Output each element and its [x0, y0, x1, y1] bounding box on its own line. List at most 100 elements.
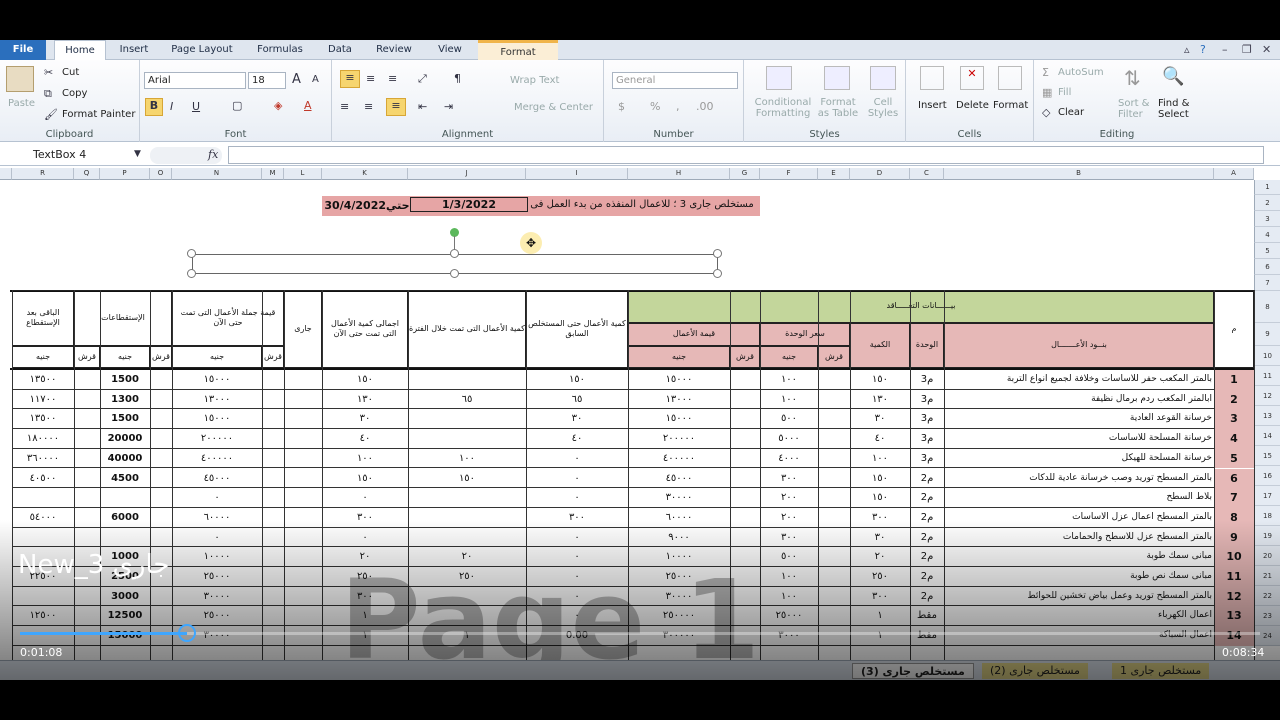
align-bottom-icon[interactable]: ≡ [388, 72, 397, 85]
format-as-table-button[interactable]: Format as Table [816, 97, 860, 119]
row-header[interactable]: 22 [1254, 586, 1280, 606]
bold-icon[interactable]: B [145, 98, 163, 116]
text-direction-icon[interactable]: ¶ [454, 72, 461, 85]
row-header[interactable]: 15 [1254, 446, 1280, 466]
column-header[interactable]: B [944, 168, 1214, 180]
autosum-icon[interactable]: Σ [1042, 66, 1049, 79]
row-header[interactable]: 6 [1254, 259, 1280, 275]
format-cells-button[interactable]: Format [993, 100, 1028, 111]
column-header[interactable]: K [322, 168, 408, 180]
column-header[interactable]: P [100, 168, 150, 180]
minimize-ribbon-icon[interactable]: ▵ [1184, 43, 1190, 56]
row-number[interactable]: 1 [1214, 370, 1254, 390]
row-header[interactable]: 9 [1254, 323, 1280, 346]
row-number[interactable]: 14 [1214, 626, 1254, 646]
cut-icon[interactable]: ✂ [44, 66, 53, 79]
row-header[interactable]: 10 [1254, 346, 1280, 366]
worksheet-grid[interactable]: R Q P O N M L K J I H G F E D C B A 1 2 3 4 5 6 7 8 9 10 11 12 13 14 15 1… [0, 168, 1280, 680]
row-header[interactable]: 18 [1254, 506, 1280, 526]
sort-filter-icon[interactable]: ⇅ [1124, 66, 1141, 90]
fill-button[interactable]: Fill [1058, 87, 1071, 98]
tab-home[interactable]: Home [54, 40, 106, 61]
row-header[interactable]: 4 [1254, 227, 1280, 243]
row-header[interactable]: 24 [1254, 626, 1280, 646]
underline-icon[interactable]: U [192, 100, 200, 113]
row-number[interactable]: 13 [1214, 606, 1254, 627]
close-icon[interactable]: ✕ [1262, 43, 1271, 56]
row-header[interactable]: 16 [1254, 466, 1280, 486]
clear-button[interactable]: Clear [1058, 107, 1084, 118]
copy-icon[interactable]: ⧉ [44, 87, 52, 101]
font-color-icon[interactable]: A [304, 99, 312, 112]
resize-handle[interactable] [450, 269, 459, 278]
column-header[interactable]: I [526, 168, 628, 180]
row-number[interactable]: 8 [1214, 507, 1254, 528]
row-header[interactable]: 17 [1254, 486, 1280, 506]
column-header[interactable]: R [12, 168, 74, 180]
row-header[interactable]: 3 [1254, 211, 1280, 227]
row-header[interactable]: 13 [1254, 406, 1280, 426]
column-header[interactable]: M [262, 168, 284, 180]
wrap-text-button[interactable]: Wrap Text [510, 75, 559, 86]
column-header[interactable]: C [910, 168, 944, 180]
insert-cells-button[interactable]: Insert [918, 100, 947, 111]
row-number[interactable]: 7 [1214, 488, 1254, 508]
fill-icon[interactable]: ▦ [1042, 86, 1052, 99]
formula-input[interactable] [228, 146, 1264, 164]
find-select-button[interactable]: Find & Select [1158, 98, 1198, 120]
row-number[interactable]: 5 [1214, 448, 1254, 469]
row-number[interactable]: 2 [1214, 389, 1254, 410]
row-number[interactable]: 3 [1214, 409, 1254, 430]
row-header[interactable]: 1 [1254, 180, 1280, 195]
autosum-button[interactable]: AutoSum [1058, 67, 1104, 78]
tab-formulas[interactable]: Formulas [248, 40, 312, 60]
row-header[interactable]: 14 [1254, 426, 1280, 446]
align-left-icon[interactable]: ≡ [340, 100, 349, 113]
row-number[interactable]: 10 [1214, 547, 1254, 567]
decimal-icon[interactable]: .00 [696, 100, 714, 113]
copy-button[interactable]: Copy [62, 88, 87, 99]
column-header[interactable]: L [284, 168, 322, 180]
tab-data[interactable]: Data [318, 40, 362, 60]
shrink-font-icon[interactable]: A [312, 74, 319, 85]
paste-icon[interactable] [6, 66, 34, 92]
row-number[interactable]: 11 [1214, 567, 1254, 587]
row-number[interactable]: 12 [1214, 586, 1254, 607]
format-table-icon[interactable] [824, 66, 850, 90]
row-number[interactable]: 6 [1214, 468, 1254, 489]
column-header[interactable]: E [818, 168, 850, 180]
format-painter-button[interactable]: Format Painter [62, 109, 135, 120]
help-icon[interactable]: ? [1200, 43, 1206, 56]
resize-handle[interactable] [713, 249, 722, 258]
percent-icon[interactable]: % [650, 100, 660, 113]
paste-button[interactable]: Paste [8, 98, 35, 109]
align-middle-icon[interactable]: ≡ [366, 72, 375, 85]
column-header[interactable]: H [628, 168, 730, 180]
sheet-tab-2[interactable]: مستخلص جارى (2) [982, 663, 1088, 679]
insert-function-icon[interactable]: fx [208, 148, 218, 161]
row-header[interactable]: 7 [1254, 275, 1280, 291]
resize-handle[interactable] [187, 269, 196, 278]
delete-cells-icon[interactable]: ✕ [960, 66, 984, 90]
tab-insert[interactable]: Insert [110, 40, 158, 60]
resize-handle[interactable] [713, 269, 722, 278]
conditional-formatting-button[interactable]: Conditional Formatting [750, 97, 816, 119]
merge-center-button[interactable]: Merge & Center [514, 102, 593, 113]
select-all-corner[interactable] [0, 168, 12, 180]
name-box[interactable]: TextBox 4 [30, 147, 146, 164]
column-header[interactable]: Q [74, 168, 100, 180]
row-number[interactable]: 9 [1214, 527, 1254, 548]
column-header[interactable]: G [730, 168, 760, 180]
decrease-indent-icon[interactable]: ⇤ [418, 100, 427, 113]
fill-color-icon[interactable]: ◈ [274, 99, 282, 112]
format-painter-icon[interactable]: 🖌 [44, 108, 58, 121]
column-header[interactable]: F [760, 168, 818, 180]
resize-handle[interactable] [450, 249, 459, 258]
row-header[interactable]: 11 [1254, 366, 1280, 386]
orientation-icon[interactable]: ⤢ [418, 72, 427, 86]
cell-styles-button[interactable]: Cell Styles [864, 97, 902, 119]
tab-page-layout[interactable]: Page Layout [164, 40, 240, 60]
row-header[interactable]: 20 [1254, 546, 1280, 566]
sheet-tab-1[interactable]: مستخلص جارى 1 [1112, 663, 1210, 679]
sheet-tab-3[interactable]: مستخلص جارى (3) [852, 663, 974, 679]
